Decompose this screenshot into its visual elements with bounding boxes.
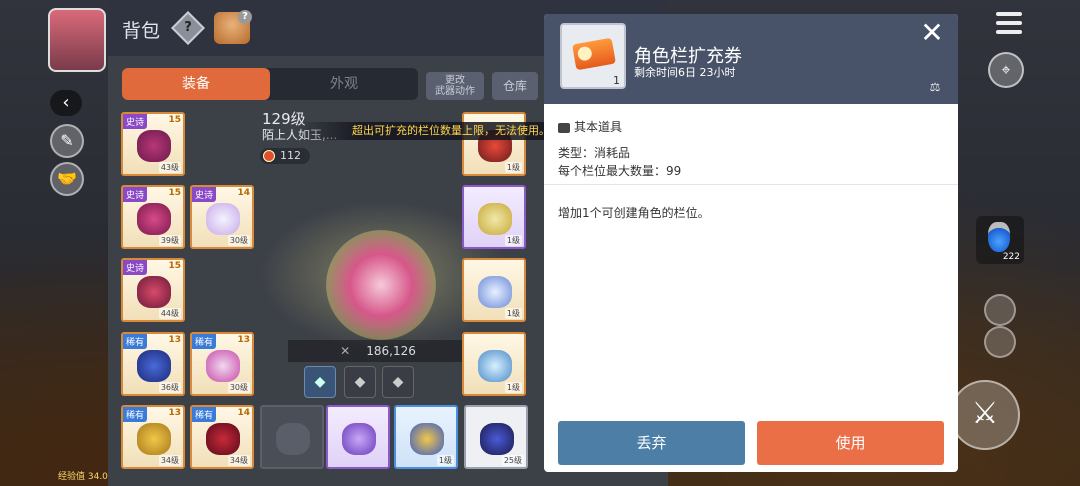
item-max-stack: 每个栏位最大数量：99: [558, 164, 682, 178]
item-detail-popup: 1 角色栏扩充券 剩余时间6日 23小时 ✕ ⚖ 其本道具 类型：消耗品 每个栏…: [544, 14, 958, 472]
inventory-tabbar: 装备 外观: [122, 68, 418, 100]
equip-slot[interactable]: 史诗 15 39级: [121, 185, 185, 249]
collapse-hud-button[interactable]: ‹: [50, 90, 82, 116]
discard-button[interactable]: 丢弃: [558, 421, 745, 465]
tab-equipment[interactable]: 装备: [122, 68, 270, 100]
divider: [544, 184, 958, 185]
skill-button[interactable]: [984, 294, 1016, 326]
item-type: 类型：消耗品: [558, 146, 631, 160]
popup-header: 1 角色栏扩充券 剩余时间6日 23小时 ✕ ⚖: [544, 14, 958, 104]
help-icon[interactable]: ?: [171, 11, 205, 45]
item-slot[interactable]: 25级: [464, 405, 528, 469]
item-quantity: 1: [613, 74, 620, 87]
emblem-slot-3[interactable]: ◆: [382, 366, 414, 398]
pet-icon[interactable]: ?: [214, 10, 252, 44]
quest-icon[interactable]: ✎: [50, 124, 84, 158]
badge-icon: [410, 423, 444, 455]
map-location-icon[interactable]: ⌖: [988, 52, 1024, 88]
refresh-icon[interactable]: [984, 326, 1016, 358]
ring-icon: [478, 203, 512, 235]
power-icon: [263, 150, 275, 162]
equip-slot[interactable]: 稀有 13 30级: [190, 332, 254, 396]
player-avatar[interactable]: [48, 8, 106, 72]
item-category: 其本道具: [558, 118, 622, 135]
bow-icon: [137, 130, 171, 162]
shoe-icon: [206, 350, 240, 382]
equip-slot[interactable]: 稀有 13 34级: [121, 405, 185, 469]
menu-icon[interactable]: [996, 12, 1022, 36]
use-button[interactable]: 使用: [757, 421, 944, 465]
change-weapon-action-button[interactable]: 更改 武器动作: [426, 72, 484, 100]
item-icon-frame: 1: [560, 23, 626, 89]
tab-appearance[interactable]: 外观: [270, 68, 418, 100]
item-slot[interactable]: [326, 405, 390, 469]
glove-icon: [206, 203, 240, 235]
equip-slot[interactable]: 史诗 14 30级: [190, 185, 254, 249]
item-slot[interactable]: 1级: [462, 185, 526, 249]
item-description: 增加1个可创建角色的栏位。: [558, 206, 710, 220]
pendant-icon: [478, 276, 512, 308]
potion-quickslot[interactable]: 222: [976, 216, 1024, 264]
placeholder-icon: [276, 423, 310, 455]
attack-button[interactable]: ⚔: [950, 380, 1020, 450]
item-slot[interactable]: 1级: [394, 405, 458, 469]
armor-icon: [137, 276, 171, 308]
pet-help-icon: ?: [238, 10, 252, 24]
flower-icon: [342, 423, 376, 455]
inventory-title: 背包: [122, 20, 161, 42]
necklace-icon: [478, 350, 512, 382]
shoulder-icon: [137, 350, 171, 382]
equip-slot[interactable]: 稀有 13 36级: [121, 332, 185, 396]
potion-icon: [988, 222, 1010, 252]
emblem-slot-2[interactable]: ◆: [344, 366, 376, 398]
item-slot[interactable]: 1级: [462, 332, 526, 396]
chevron-left-icon: ‹: [62, 92, 70, 113]
item-remaining-time: 剩余时间6日 23小时: [634, 66, 736, 79]
category-icon: [558, 122, 570, 133]
equip-slot[interactable]: 史诗 15 43级: [121, 112, 185, 176]
crosshair-icon: ✕: [340, 344, 351, 358]
emblem-slot-1[interactable]: ◆: [304, 366, 336, 398]
character-figure: [326, 230, 436, 340]
cape-icon: [206, 423, 240, 455]
combat-power: 112: [260, 148, 310, 164]
equip-slot[interactable]: 稀有 14 34级: [190, 405, 254, 469]
close-icon[interactable]: ✕: [918, 18, 946, 48]
equip-slot[interactable]: 史诗 15 44级: [121, 258, 185, 322]
potion-count: 222: [1002, 252, 1020, 262]
warehouse-button[interactable]: 仓库: [492, 72, 538, 100]
item-slot[interactable]: 1级: [462, 258, 526, 322]
empty-equip-slot[interactable]: [260, 405, 324, 469]
crystal-icon: [480, 423, 514, 455]
hat-icon: [137, 203, 171, 235]
belt-icon: [137, 423, 171, 455]
scale-icon[interactable]: ⚖: [926, 80, 944, 96]
character-coordinates: ✕ 186,126: [288, 340, 468, 362]
handshake-icon[interactable]: 🤝: [50, 162, 84, 196]
ticket-icon: [572, 37, 616, 71]
